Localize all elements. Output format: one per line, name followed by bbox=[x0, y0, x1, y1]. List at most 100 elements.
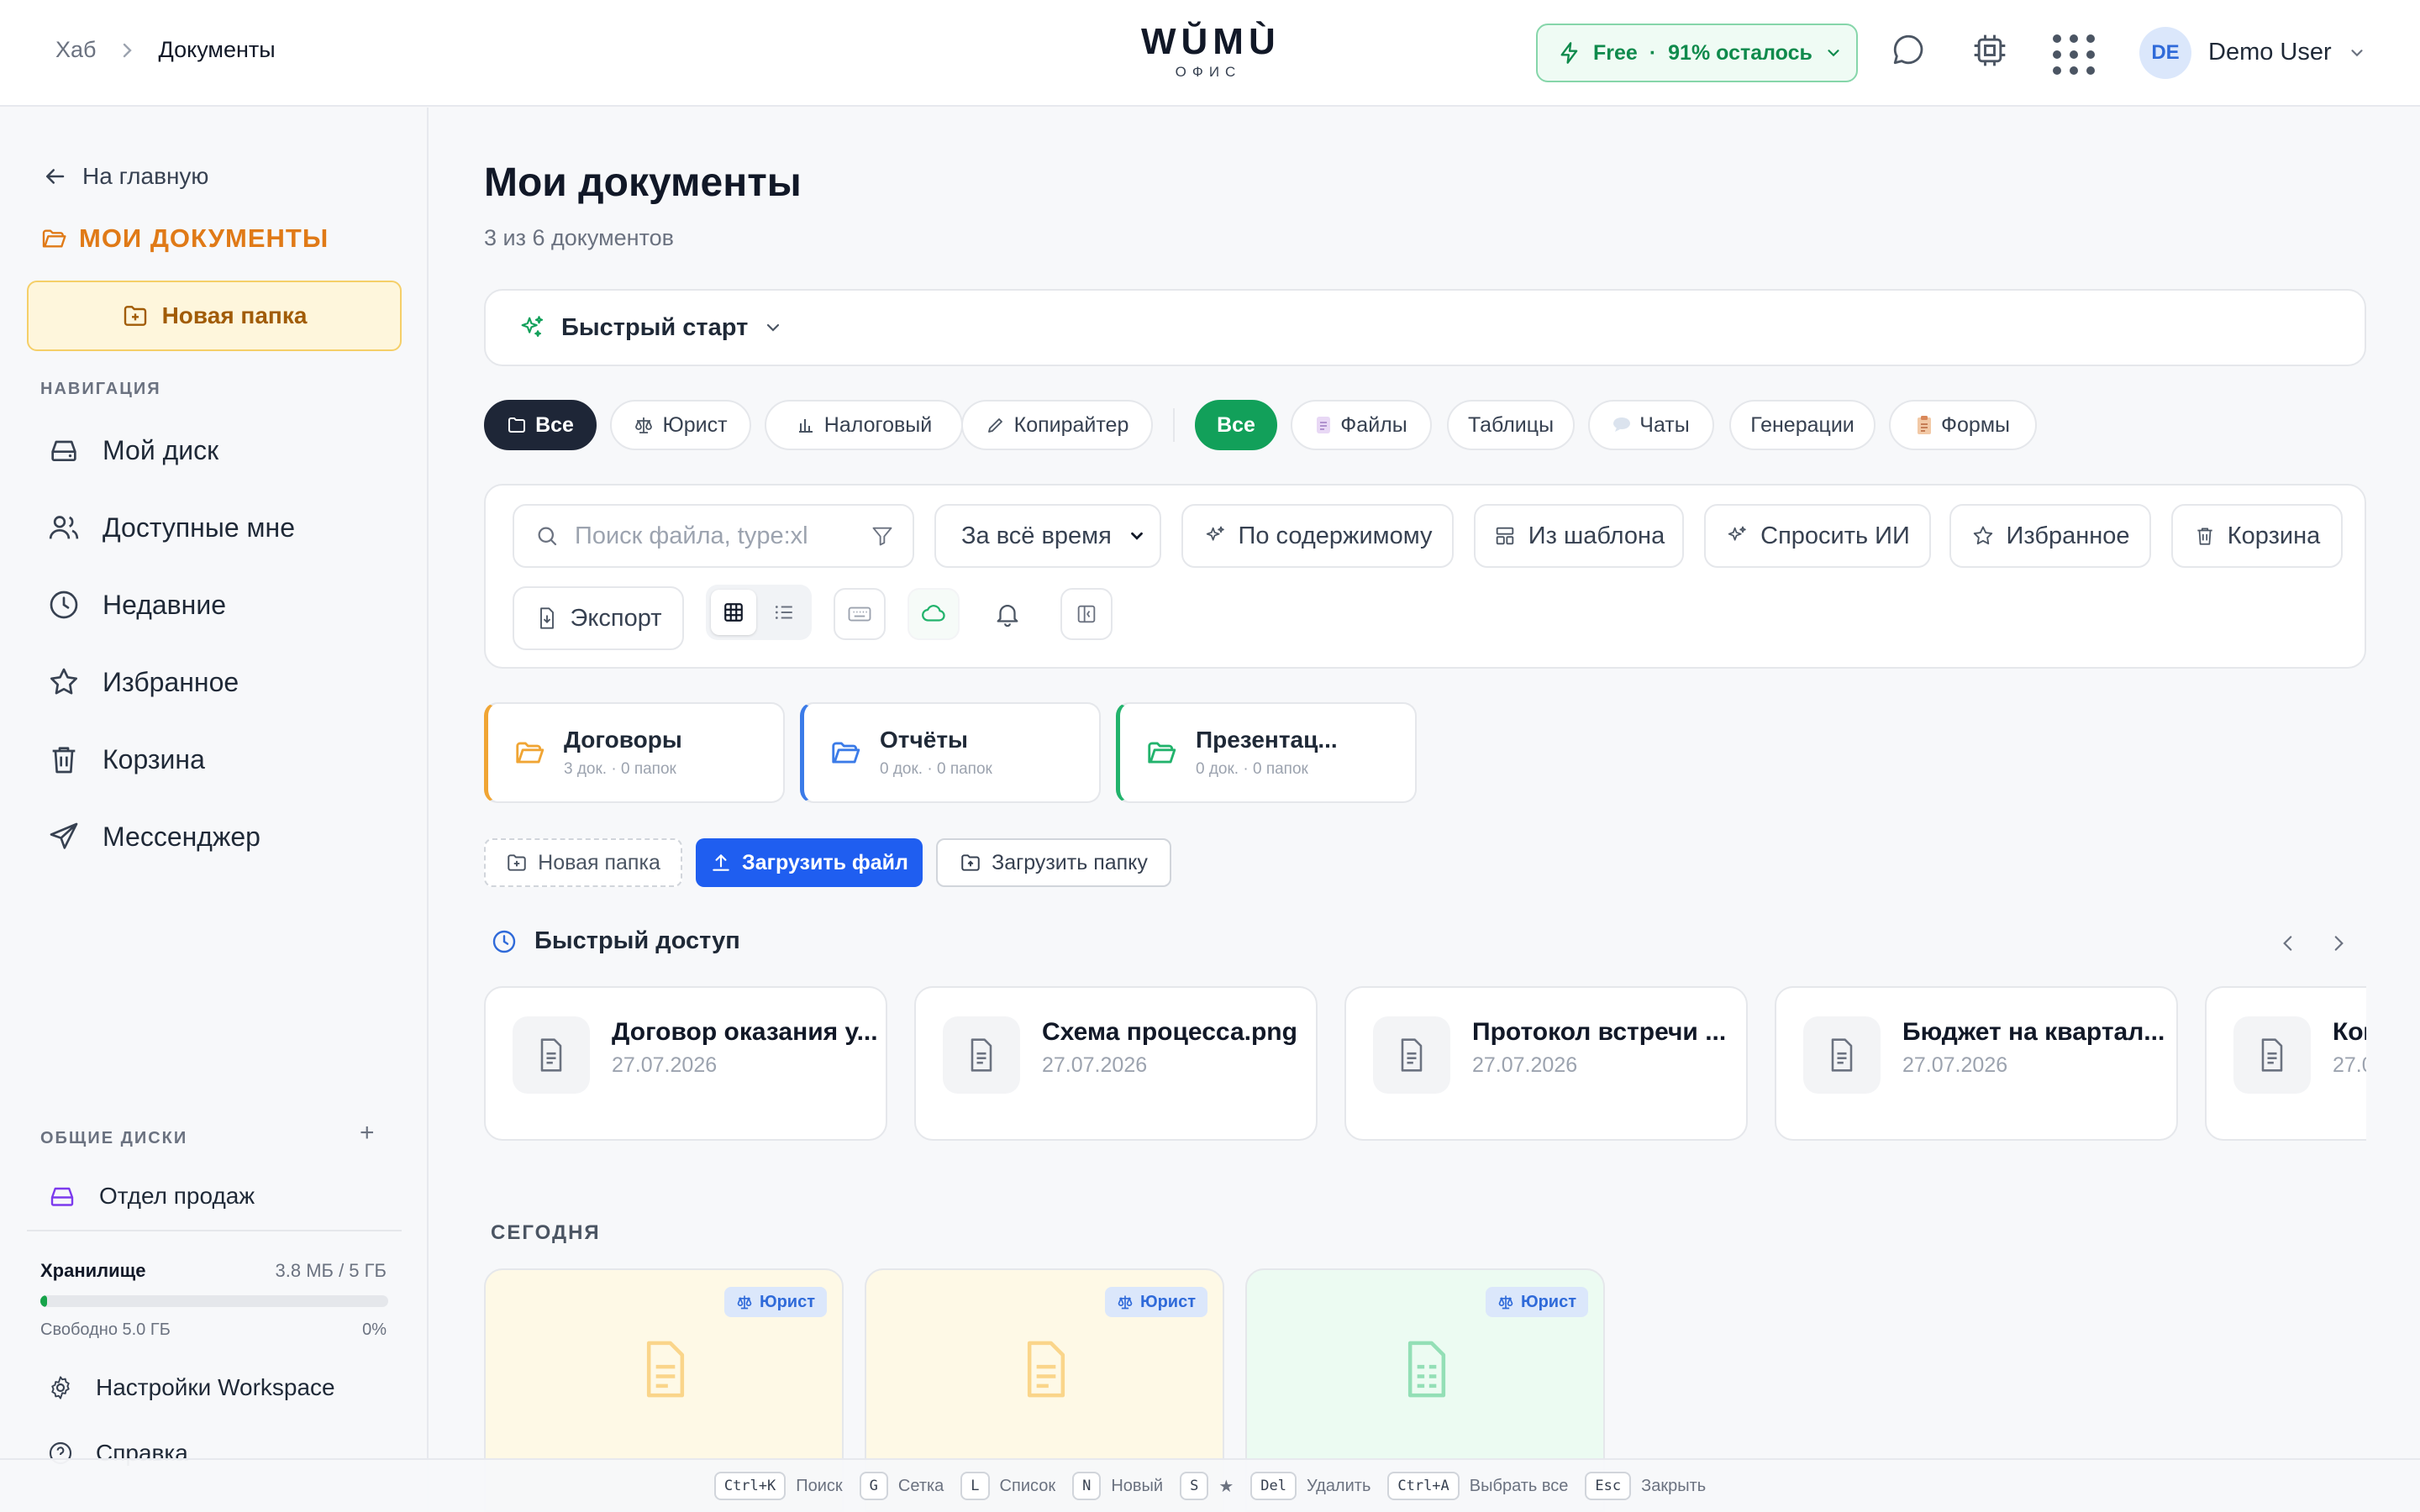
cloud-sync-button[interactable] bbox=[908, 588, 960, 640]
chip-label: Копирайтер bbox=[1013, 412, 1129, 437]
user-menu-chevron-icon[interactable] bbox=[2348, 44, 2366, 62]
storage-used: 3.8 МБ / 5 ГБ bbox=[275, 1260, 387, 1281]
chevron-left-icon[interactable] bbox=[2277, 931, 2299, 956]
keyboard-shortcuts-button[interactable] bbox=[834, 588, 886, 640]
apps-grid-icon[interactable] bbox=[2052, 34, 2096, 76]
shortcut-label: ★ bbox=[1218, 1477, 1234, 1496]
list-view-button[interactable] bbox=[761, 590, 807, 635]
upload-folder-button[interactable]: Загрузить папку bbox=[936, 838, 1171, 887]
folder-card[interactable]: Договоры 3 док. · 0 папок bbox=[484, 702, 785, 803]
quick-access-card[interactable]: Договор оказания у... 27.07.2026 bbox=[484, 986, 887, 1141]
shortcut-key: Ctrl+K bbox=[713, 1472, 786, 1500]
filter-icon[interactable] bbox=[871, 524, 894, 548]
type-filter-tables[interactable]: Таблицы bbox=[1447, 400, 1575, 450]
document-icon bbox=[1018, 1337, 1075, 1401]
app-logo[interactable]: WŬMÙ ОФИС bbox=[1141, 22, 1276, 81]
type-filter-generations[interactable]: Генерации bbox=[1729, 400, 1876, 450]
speech-bubble-icon bbox=[1612, 417, 1631, 433]
gear-icon bbox=[47, 1374, 74, 1401]
folder-card[interactable]: Презентац... 0 док. · 0 папок bbox=[1116, 702, 1417, 803]
sidebar-item-favorites[interactable]: Избранное bbox=[47, 665, 239, 699]
from-template-button[interactable]: Из шаблона bbox=[1474, 504, 1684, 568]
quick-access-card[interactable]: Протокол встречи ... 27.07.2026 bbox=[1344, 986, 1748, 1141]
sparkles-icon bbox=[1725, 524, 1749, 548]
sidebar: На главную МОИ ДОКУМЕНТЫ Новая папка НАВ… bbox=[0, 108, 429, 1512]
shortcut-key: Esc bbox=[1585, 1472, 1632, 1500]
sidebar-item-recent[interactable]: Недавние bbox=[47, 588, 226, 622]
sparkles-icon bbox=[518, 313, 546, 342]
breadcrumb-hub[interactable]: Хаб bbox=[55, 37, 97, 63]
ask-ai-button[interactable]: Спросить ИИ bbox=[1704, 504, 1931, 568]
shared-drive-sales[interactable]: Отдел продаж bbox=[47, 1181, 255, 1211]
quick-access-name: Ком bbox=[2333, 1018, 2366, 1046]
new-folder-button[interactable]: Новая папка bbox=[484, 838, 682, 887]
type-filter-forms[interactable]: Формы bbox=[1889, 400, 2037, 450]
shortcut-hint: L Список bbox=[960, 1472, 1055, 1500]
period-select[interactable]: За всё время bbox=[934, 504, 1161, 568]
back-home-link[interactable]: На главную bbox=[42, 163, 208, 190]
role-filter-copywriter[interactable]: Копирайтер bbox=[961, 400, 1153, 450]
folder-meta: 0 док. · 0 папок bbox=[880, 760, 992, 778]
quick-access-date: 27.07.2026 bbox=[1472, 1053, 1578, 1077]
quick-access-card[interactable]: Бюджет на квартал... 27.07.2026 bbox=[1775, 986, 2178, 1141]
chevron-down-icon bbox=[763, 318, 783, 338]
chevron-right-icon bbox=[122, 42, 134, 59]
add-shared-drive-button[interactable]: + bbox=[360, 1119, 375, 1147]
chip-label: Чаты bbox=[1639, 412, 1690, 437]
quick-access-label: Быстрый доступ bbox=[534, 927, 740, 954]
from-template-label: Из шаблона bbox=[1528, 522, 1665, 549]
sidebar-new-folder-button[interactable]: Новая папка bbox=[27, 281, 402, 351]
file-icon bbox=[1315, 416, 1332, 434]
quick-start-panel[interactable]: Быстрый старт bbox=[484, 289, 2366, 366]
export-button[interactable]: Экспорт bbox=[513, 586, 684, 650]
plan-badge[interactable]: Free · 91% осталось bbox=[1536, 24, 1858, 82]
search-placeholder: Поиск файла, type:xl bbox=[575, 522, 808, 549]
quick-access-card[interactable]: Ком 27.0 bbox=[2205, 986, 2366, 1141]
template-icon bbox=[1493, 524, 1517, 548]
folder-card[interactable]: Отчёты 0 док. · 0 папок bbox=[800, 702, 1101, 803]
quick-access-card[interactable]: Схема процесса.png 27.07.2026 bbox=[914, 986, 1318, 1141]
shortcut-hint: N Новый bbox=[1072, 1472, 1163, 1500]
type-filter-files[interactable]: Файлы bbox=[1291, 400, 1432, 450]
type-filter-all[interactable]: Все bbox=[1195, 400, 1277, 450]
sidebar-item-trash[interactable]: Корзина bbox=[47, 743, 205, 776]
role-filter-lawyer[interactable]: Юрист bbox=[610, 400, 751, 450]
avatar[interactable]: DE bbox=[2139, 27, 2191, 79]
chip-label: Налоговый bbox=[823, 412, 933, 437]
sidebar-item-my-drive[interactable]: Мой диск bbox=[47, 433, 218, 467]
trash-label: Корзина bbox=[2227, 522, 2321, 549]
trash-filter-button[interactable]: Корзина bbox=[2171, 504, 2343, 568]
folder-name: Презентац... bbox=[1196, 727, 1338, 753]
sidebar-new-folder-label: Новая папка bbox=[161, 302, 308, 328]
folder-plus-icon bbox=[122, 302, 149, 329]
storage-progress-bar bbox=[40, 1295, 388, 1307]
toggle-panel-button[interactable] bbox=[1060, 588, 1113, 640]
chevron-right-icon[interactable] bbox=[2328, 931, 2349, 956]
sidebar-item-shared-with-me[interactable]: Доступные мне bbox=[47, 511, 295, 544]
category-badge: Юрист bbox=[1104, 1287, 1207, 1317]
upload-file-button[interactable]: Загрузить файл bbox=[696, 838, 923, 887]
notifications-button[interactable] bbox=[981, 588, 1034, 640]
user-name[interactable]: Demo User bbox=[2208, 39, 2332, 66]
shortcut-hint: Ctrl+A Выбрать все bbox=[1387, 1472, 1568, 1500]
chat-icon[interactable] bbox=[1891, 32, 1926, 67]
folder-plus-icon bbox=[506, 852, 528, 874]
shortcut-hint: S ★ bbox=[1180, 1472, 1234, 1500]
cpu-icon[interactable] bbox=[1971, 32, 2008, 69]
sidebar-item-messenger[interactable]: Мессенджер bbox=[47, 820, 260, 853]
document-icon bbox=[943, 1016, 1020, 1094]
grid-view-button[interactable] bbox=[711, 590, 756, 635]
favorites-filter-button[interactable]: Избранное bbox=[1949, 504, 2151, 568]
search-input[interactable]: Поиск файла, type:xl bbox=[513, 504, 914, 568]
type-filter-chats[interactable]: Чаты bbox=[1588, 400, 1714, 450]
quick-start-label: Быстрый старт bbox=[561, 313, 749, 341]
workspace-settings-link[interactable]: Настройки Workspace bbox=[47, 1374, 335, 1401]
chip-label: Все bbox=[535, 412, 574, 437]
document-count: 3 из 6 документов bbox=[484, 225, 674, 250]
period-select-value: За всё время bbox=[961, 522, 1112, 549]
upload-folder-label: Загрузить папку bbox=[992, 850, 1148, 874]
search-by-content-button[interactable]: По содержимому bbox=[1181, 504, 1454, 568]
role-filter-all[interactable]: Все bbox=[484, 400, 597, 450]
category-badge: Юрист bbox=[1485, 1287, 1588, 1317]
role-filter-tax[interactable]: Налоговый bbox=[765, 400, 963, 450]
